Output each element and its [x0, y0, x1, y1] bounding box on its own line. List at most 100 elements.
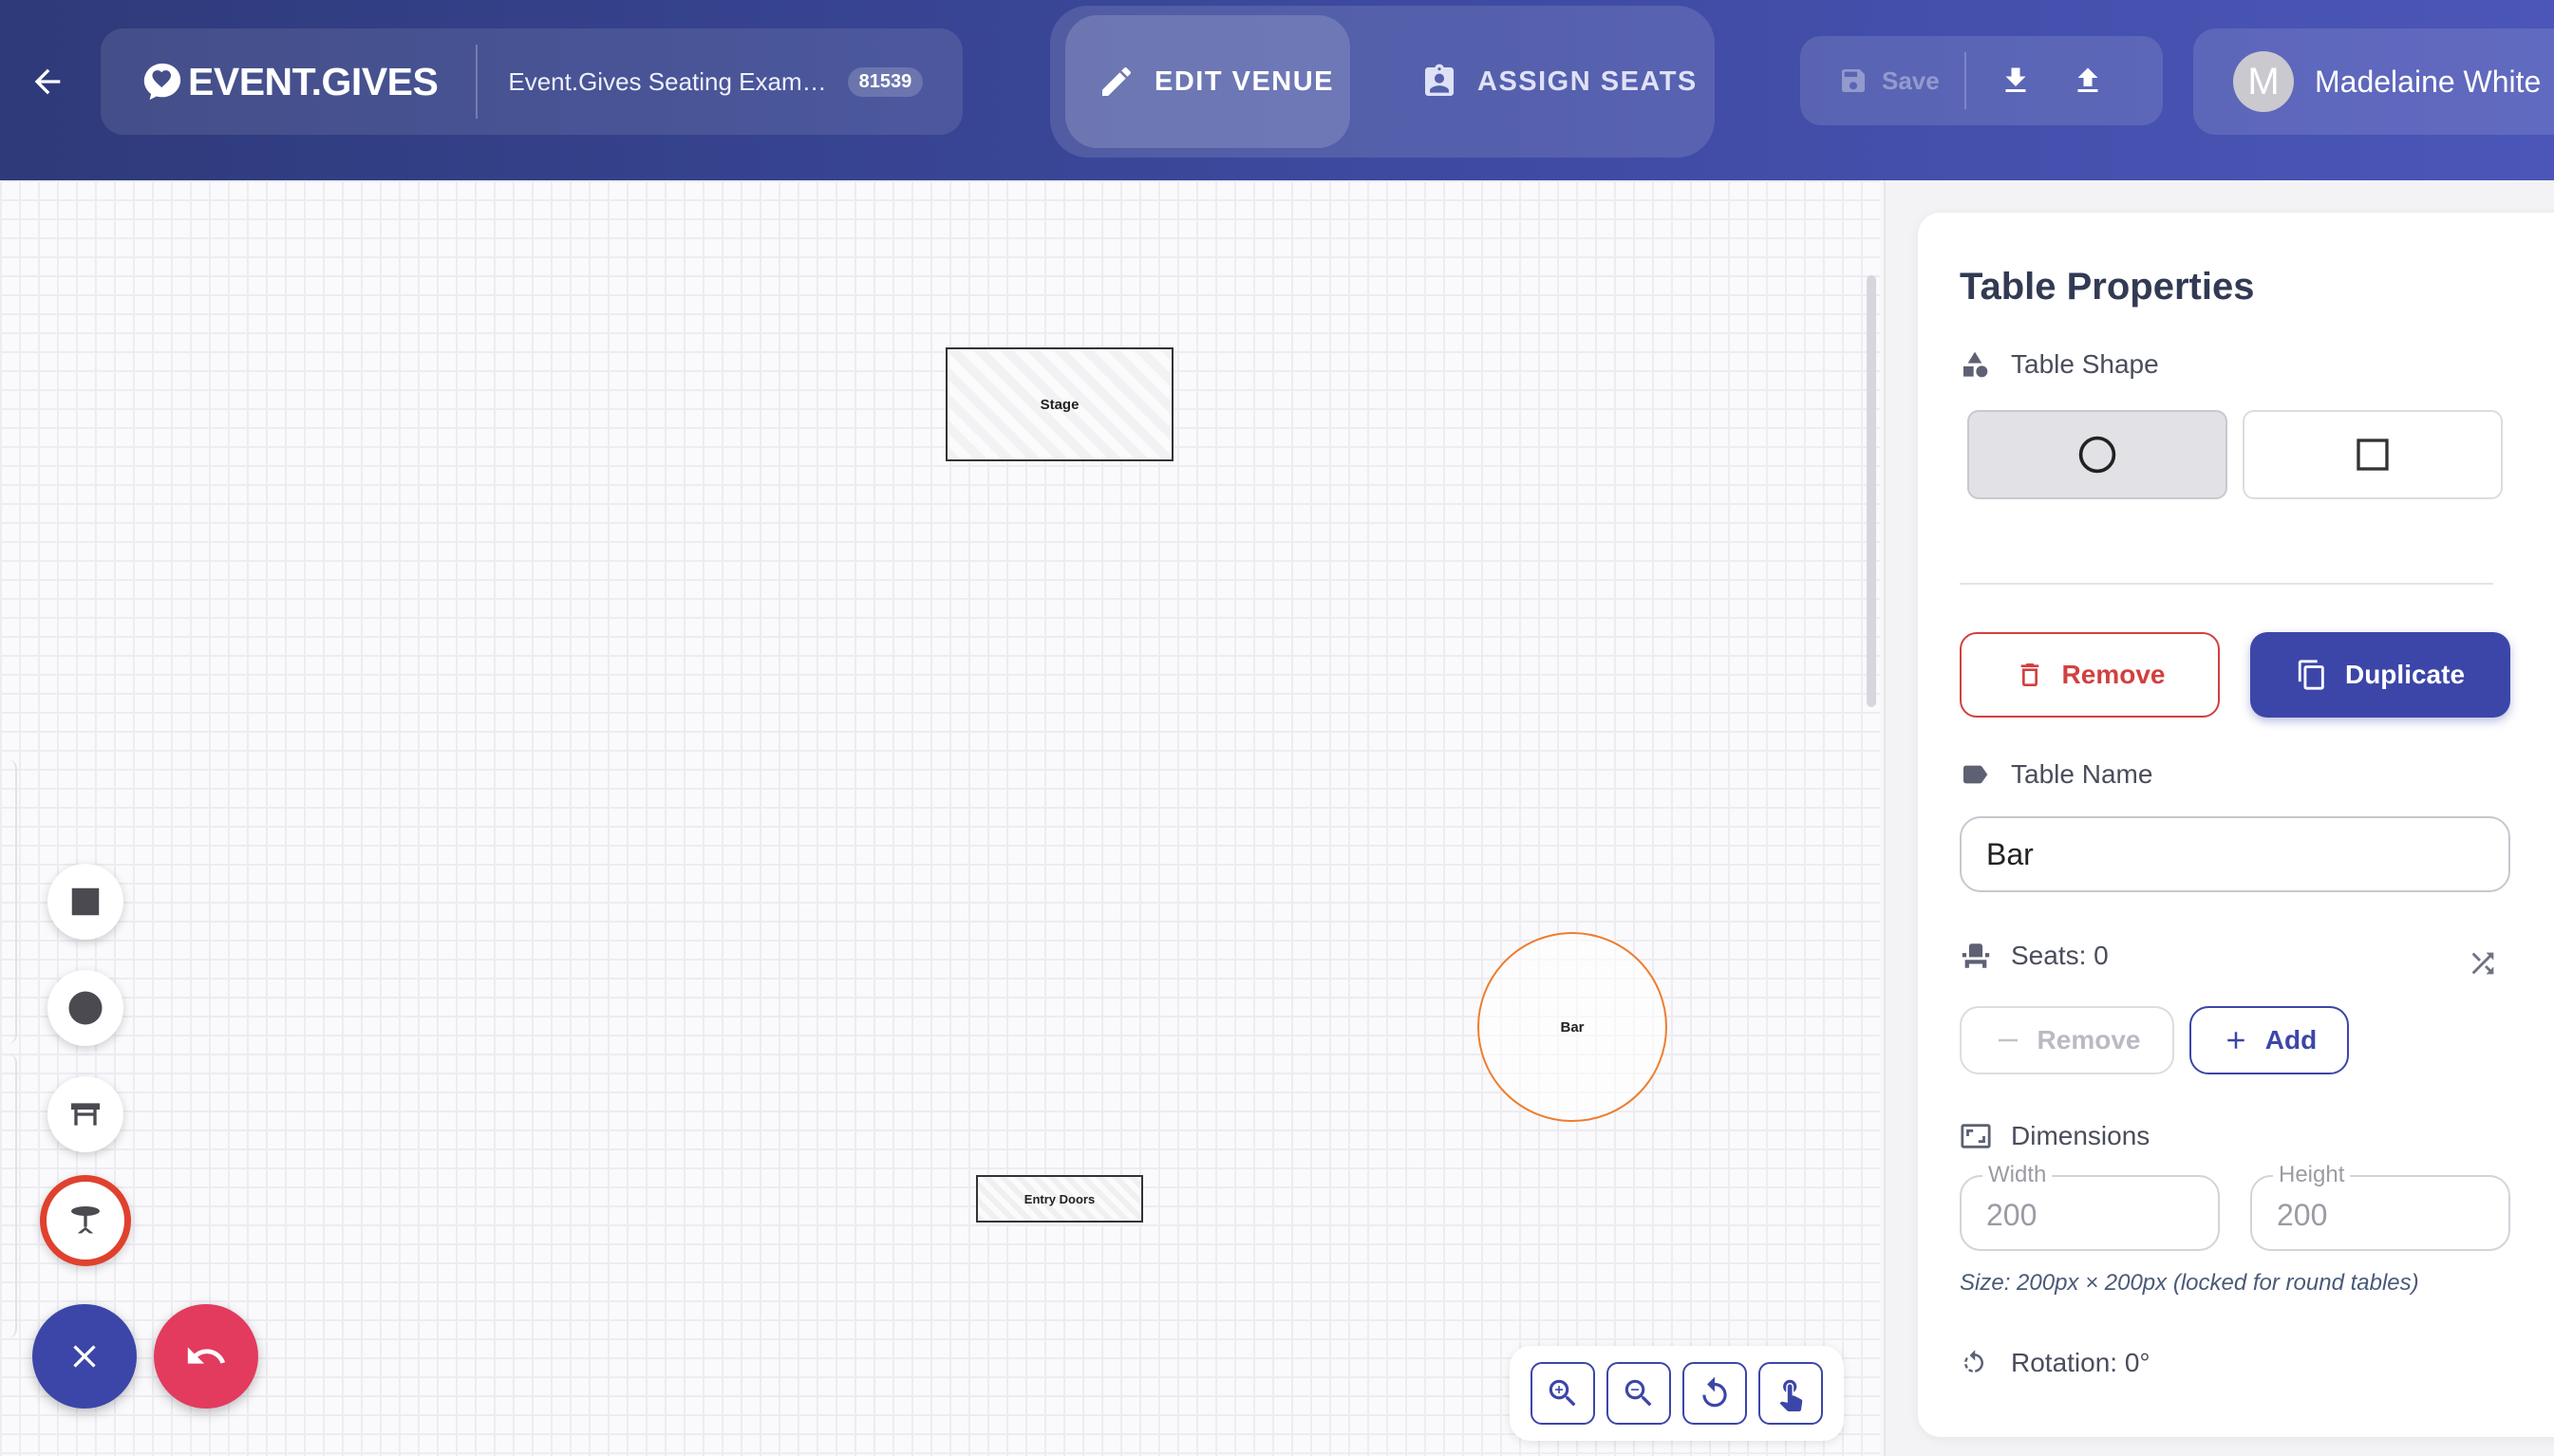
height-field[interactable]: Height 200: [2250, 1162, 2510, 1251]
reset-rotate-icon: [1702, 1376, 1727, 1408]
seats-label: Seats: 0: [1960, 940, 2109, 972]
close-toolbar-button[interactable]: [32, 1304, 137, 1409]
venue-canvas[interactable]: Stage Bar Entry Doors: [0, 180, 1880, 1456]
square-outline-icon: [2357, 439, 2389, 471]
undo-button[interactable]: [154, 1304, 258, 1409]
zoom-in-button[interactable]: [1531, 1362, 1595, 1425]
trash-icon: [2020, 663, 2038, 686]
avatar: M: [2233, 51, 2294, 112]
rotation-text: Rotation: 0°: [2011, 1348, 2150, 1377]
add-seat-label: Add: [2264, 1025, 2318, 1055]
circle-shape-icon: [68, 991, 103, 1025]
duplicate-table-button[interactable]: Duplicate: [2250, 632, 2510, 718]
upload-icon: [2077, 67, 2098, 92]
side-edge: [0, 759, 17, 1044]
table-shape-text: Table Shape: [2011, 349, 2159, 379]
event-info-pill: EVENT.GIVES Event.Gives Seating Exam… 81…: [101, 28, 963, 135]
divider: [1960, 583, 2493, 585]
pencil-icon: [1098, 63, 1136, 101]
venue-element-stage[interactable]: Stage: [946, 347, 1174, 461]
reset-view-button[interactable]: [1682, 1362, 1747, 1425]
width-value: 200: [1986, 1198, 2038, 1232]
zoom-out-button[interactable]: [1606, 1362, 1671, 1425]
panel-title: Table Properties: [1960, 266, 2255, 308]
remove-table-button[interactable]: Remove: [1960, 632, 2220, 718]
undo-icon: [187, 1347, 226, 1364]
file-actions: Save: [1800, 36, 2163, 125]
shape-option-circle[interactable]: [1967, 410, 2227, 499]
seat-icon: [1960, 940, 1998, 972]
remove-seat-label: Remove: [2037, 1025, 2141, 1055]
side-edge: [0, 1054, 17, 1338]
shuffle-seats-button[interactable]: [2467, 947, 2499, 984]
save-button[interactable]: Save: [1838, 65, 1940, 96]
divider: [1963, 52, 1966, 109]
height-value: 200: [2277, 1198, 2328, 1232]
height-label: Height: [2273, 1162, 2351, 1188]
download-button[interactable]: [1987, 52, 2044, 109]
rotation-label: Rotation: 0°: [1960, 1348, 2150, 1378]
save-icon: [1842, 69, 1865, 92]
seats-count-text: Seats: 0: [2011, 941, 2109, 970]
dimensions-text: Dimensions: [2011, 1121, 2150, 1150]
remove-seat-button[interactable]: Remove: [1960, 1006, 2174, 1074]
download-icon: [2005, 67, 2026, 92]
plus-icon: [2227, 1032, 2244, 1049]
dimensions-label: Dimensions: [1960, 1120, 2150, 1152]
duplicate-label: Duplicate: [2344, 660, 2466, 689]
user-name: Madelaine White: [2315, 64, 2542, 99]
table-name-input[interactable]: [1960, 816, 2510, 892]
category-icon: [1960, 349, 1998, 380]
rotate-icon: [1960, 1349, 1998, 1377]
event-id-badge: 81539: [847, 66, 924, 97]
table-name-text: Table Name: [2011, 759, 2153, 789]
zoom-in-icon: [1549, 1379, 1576, 1407]
width-label: Width: [1982, 1162, 2053, 1188]
touch-pan-icon: [1779, 1379, 1803, 1411]
shuffle-icon: [2471, 952, 2494, 975]
add-bench-button[interactable]: [47, 1076, 123, 1152]
element-label: Bar: [1560, 1018, 1585, 1036]
close-icon: [73, 1345, 96, 1368]
upload-button[interactable]: [2059, 52, 2116, 109]
user-menu[interactable]: M Madelaine White: [2193, 28, 2554, 135]
add-seat-button[interactable]: Add: [2189, 1006, 2349, 1074]
heart-logo-icon: [143, 63, 181, 101]
shape-option-square[interactable]: [2243, 410, 2503, 499]
width-field[interactable]: Width 200: [1960, 1162, 2220, 1251]
add-square-table-button[interactable]: [47, 864, 123, 940]
assignment-ind-icon: [1420, 63, 1458, 101]
circle-outline-icon: [2078, 436, 2116, 474]
minus-icon: [1998, 1038, 2018, 1042]
brand-name: EVENT.GIVES: [188, 59, 439, 103]
save-label: Save: [1882, 65, 1940, 95]
tab-assign-seats[interactable]: ASSIGN SEATS: [1388, 15, 1701, 148]
zoom-controls: [1510, 1346, 1844, 1441]
round-table-icon: [71, 1206, 100, 1234]
add-round-table-button[interactable]: [47, 970, 123, 1046]
properties-content: Table Properties Table Shape Remove Dupl…: [1884, 180, 2554, 1456]
add-decor-table-button[interactable]: [40, 1175, 131, 1266]
bench-icon: [71, 1103, 100, 1126]
pan-mode-button[interactable]: [1758, 1362, 1823, 1425]
copy-icon: [2298, 660, 2324, 690]
venue-element-bar[interactable]: Bar: [1477, 932, 1667, 1122]
size-note: Size: 200px × 200px (locked for round ta…: [1960, 1270, 2419, 1296]
table-name-label: Table Name: [1960, 759, 2152, 790]
element-label: Stage: [1040, 396, 1080, 413]
label-tag-icon: [1960, 759, 1998, 790]
canvas-scrollbar[interactable]: [1867, 275, 1876, 707]
tab-edit-venue[interactable]: EDIT VENUE: [1065, 15, 1350, 148]
remove-table-label: Remove: [2061, 660, 2166, 689]
venue-element-entry-doors[interactable]: Entry Doors: [976, 1175, 1143, 1223]
element-label: Entry Doors: [1023, 1191, 1096, 1206]
mode-switcher: EDIT VENUE ASSIGN SEATS: [1050, 6, 1715, 158]
tab-assign-seats-label: ASSIGN SEATS: [1477, 65, 1698, 97]
divider: [476, 45, 479, 119]
event-title: Event.Gives Seating Exam…: [508, 66, 827, 96]
back-button[interactable]: [21, 55, 74, 108]
zoom-out-icon: [1624, 1379, 1652, 1407]
top-app-bar: EVENT.GIVES Event.Gives Seating Exam… 81…: [0, 0, 2554, 180]
brand-logo[interactable]: EVENT.GIVES: [141, 59, 439, 104]
table-shape-label: Table Shape: [1960, 349, 2159, 380]
